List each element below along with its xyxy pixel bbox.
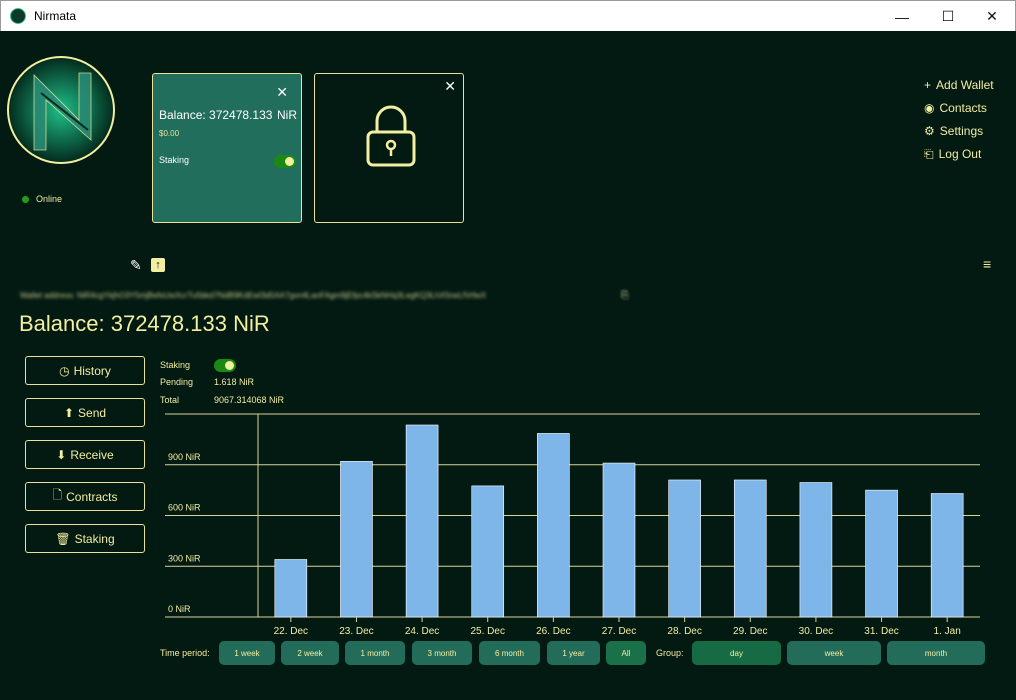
time-period-3-month[interactable]: 3 month <box>412 641 472 665</box>
staking-label: Staking <box>160 360 191 370</box>
x-tick-label: 29. Dec <box>733 626 767 637</box>
close-icon[interactable]: ✕ <box>276 84 288 101</box>
x-tick-label: 1. Jan <box>934 626 961 637</box>
export-icon[interactable]: ↑ <box>151 258 165 272</box>
time-period-1-month[interactable]: 1 month <box>345 641 405 665</box>
wallet-card-fiat: $0.00 <box>159 129 180 138</box>
time-period-1-year[interactable]: 1 year <box>547 641 600 665</box>
wallet-card-unit: NiR <box>277 108 297 122</box>
bar <box>930 493 964 618</box>
bar <box>799 482 833 618</box>
close-button[interactable]: ✕ <box>969 1 1015 32</box>
x-tick-label: 26. Dec <box>536 626 570 637</box>
y-tick-label: 600 NiR <box>168 503 201 513</box>
settings-link[interactable]: ⚙ Settings <box>924 120 994 143</box>
plus-icon: + <box>924 78 932 92</box>
bar <box>274 559 308 618</box>
logout-icon: ⎗ <box>924 147 934 161</box>
app-icon <box>10 8 26 24</box>
copy-icon[interactable]: ⎘ <box>621 290 629 301</box>
contacts-link[interactable]: ◉ Contacts <box>924 97 994 120</box>
x-tick-label: 23. Dec <box>339 626 373 637</box>
lock-icon <box>366 105 416 167</box>
add-wallet-link[interactable]: + Add Wallet <box>924 74 994 97</box>
menu-label: Settings <box>939 124 984 138</box>
nirmata-logo <box>7 56 115 164</box>
bar <box>471 485 505 618</box>
status-dot <box>22 195 29 203</box>
time-period-2-week[interactable]: 2 week <box>281 641 339 665</box>
y-tick-label: 0 NiR <box>168 604 191 614</box>
wallet-address-value: NiR4cgYkjhO3Y5mjBefsUwXcrTu5bkd7NdB9KdEw… <box>77 291 487 300</box>
status-label: Online <box>36 194 63 204</box>
x-tick-label: 30. Dec <box>799 626 833 637</box>
maximize-button[interactable]: ☐ <box>925 1 971 32</box>
y-tick-label: 300 NiR <box>168 553 201 563</box>
list-menu-icon[interactable]: ≡ <box>983 256 991 272</box>
edit-pencil-icon[interactable]: ✎ <box>130 257 142 274</box>
bar <box>865 489 898 618</box>
group-label: Group: <box>656 648 684 658</box>
bar <box>537 433 570 618</box>
x-tick-label: 24. Dec <box>405 626 439 637</box>
bar <box>602 462 636 618</box>
main-balance: Balance: 372478.133 NiR <box>19 311 270 336</box>
wallet-card-balance: Balance: 372478.133 <box>159 108 273 122</box>
x-tick-label: 25. Dec <box>470 626 504 637</box>
group-week[interactable]: week <box>787 641 881 665</box>
staking-toggle[interactable] <box>214 359 236 372</box>
minimize-button[interactable]: — <box>879 1 925 32</box>
user-circle-icon: ◉ <box>924 101 935 115</box>
pending-label: Pending <box>160 377 194 387</box>
x-tick-label: 27. Dec <box>602 626 636 637</box>
connection-status: Online <box>22 194 62 204</box>
wallet-card[interactable]: ✕ Balance: 372478.133 NiR $0.00 Staking <box>152 73 302 223</box>
group-month[interactable]: month <box>887 641 985 665</box>
pending-value: 1.618 NiR <box>214 377 255 387</box>
time-period-All[interactable]: All <box>606 641 646 665</box>
clock-icon: ◷ <box>59 363 70 378</box>
bar <box>405 424 439 618</box>
x-tick-label: 28. Dec <box>667 626 701 637</box>
staking-chart: 0 NiR 300 NiR 600 NiR 900 NiR 22. Dec 23. Dec… <box>165 413 980 637</box>
wallet-address-label: Wallet address: <box>20 291 75 300</box>
close-icon[interactable]: ✕ <box>444 78 456 95</box>
window-title: Nirmata <box>34 9 77 23</box>
bar <box>340 461 373 618</box>
x-tick-label: 31. Dec <box>864 626 898 637</box>
menu-label: Log Out <box>938 147 982 161</box>
wallet-card-staking-label: Staking <box>159 155 190 165</box>
wallet-address: Wallet address: NiR4cgYkjhO3Y5mjBefsUwXc… <box>20 291 486 300</box>
title-bar: Nirmata — ☐ ✕ <box>0 0 1016 31</box>
time-period-6-month[interactable]: 6 month <box>479 641 540 665</box>
side-button-history[interactable]: ◷ History <box>25 356 145 385</box>
menu-label: Contacts <box>939 101 987 115</box>
group-day[interactable]: day <box>692 641 781 665</box>
locked-wallet-card[interactable]: ✕ <box>314 73 464 223</box>
side-button-label: History <box>73 363 111 378</box>
time-period-label: Time period: <box>160 648 210 658</box>
gear-icon: ⚙ <box>924 124 935 138</box>
time-period-1-week[interactable]: 1 week <box>219 641 275 665</box>
y-tick-label: 900 NiR <box>168 452 201 462</box>
bar <box>733 479 767 618</box>
top-menu: + Add Wallet ◉ Contacts ⚙ Settings ⎗ Log Out <box>924 74 994 166</box>
menu-label: Add Wallet <box>936 78 994 92</box>
x-tick-label: 22. Dec <box>274 626 308 637</box>
wallet-card-staking-toggle[interactable] <box>274 155 296 168</box>
logout-link[interactable]: ⎗ Log Out <box>924 143 994 166</box>
bar <box>668 479 701 618</box>
